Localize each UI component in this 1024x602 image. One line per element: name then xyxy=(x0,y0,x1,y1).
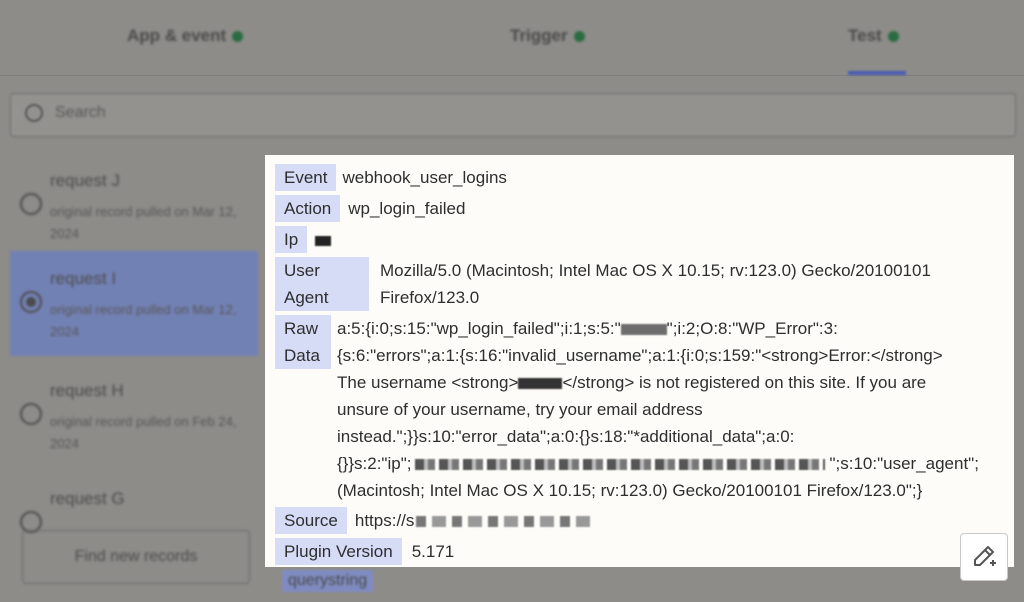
field-label-line: User xyxy=(284,261,320,280)
tab-app-event-label: App & event xyxy=(127,26,227,45)
tab-app-event[interactable]: App & event xyxy=(127,26,244,46)
request-title: request G xyxy=(50,489,125,508)
field-value-line: ";s:10:"user_agent"; xyxy=(829,454,979,473)
field-ip: Ip xyxy=(275,226,332,253)
field-source: Source https://s xyxy=(275,507,597,534)
edit-button[interactable] xyxy=(960,533,1008,581)
request-subtitle: original record pulled on Feb 24, 2024 xyxy=(50,414,237,451)
redacted-text xyxy=(416,516,597,528)
radio-button[interactable] xyxy=(20,193,42,215)
radio-button[interactable] xyxy=(20,291,42,313)
field-value-line: The username <strong> xyxy=(337,373,519,392)
tab-test-label: Test xyxy=(848,26,882,45)
status-dot-icon xyxy=(887,30,899,42)
tab-trigger-label: Trigger xyxy=(510,26,568,45)
field-value-line: {s:6:"errors";a:1:{s:16:"invalid_usernam… xyxy=(337,346,943,365)
field-label-line: Agent xyxy=(284,288,329,307)
search-icon xyxy=(25,104,43,122)
field-label: Action xyxy=(275,195,341,222)
search-placeholder: Search xyxy=(55,104,106,121)
status-dot-icon xyxy=(573,30,585,42)
field-value-redacted xyxy=(315,226,332,253)
field-label: Event xyxy=(275,164,337,191)
request-subtitle: original record pulled on Mar 12, 2024 xyxy=(50,204,237,241)
field-value: 5.171 xyxy=(411,542,455,561)
field-value-line: ";i:2;O:8:"WP_Error":3: xyxy=(666,319,838,338)
field-label-line: Data xyxy=(284,346,320,365)
request-title: request I xyxy=(50,269,117,288)
field-action: Action wp_login_failed xyxy=(275,195,465,222)
list-item-request-j[interactable]: request J original record pulled on Mar … xyxy=(10,153,258,258)
field-value-line: a:5:{i:0;s:15:"wp_login_failed";i:1;s:5:… xyxy=(337,319,621,338)
radio-button[interactable] xyxy=(20,403,42,425)
field-value-line: https://s xyxy=(354,511,415,530)
pencil-edit-icon xyxy=(974,546,996,566)
find-new-records-button[interactable]: Find new records xyxy=(22,530,250,584)
field-event: Event webhook_user_logins xyxy=(275,164,507,191)
request-title: request J xyxy=(50,171,120,190)
field-value-line: instead.";}}s:10:"error_data";a:0:{}s:18… xyxy=(337,427,795,446)
field-value-line: unsure of your username, try your email … xyxy=(337,400,703,419)
redacted-text xyxy=(518,378,563,390)
redacted-text xyxy=(620,324,667,336)
request-title: request H xyxy=(50,381,124,400)
field-value-line: {}}s:2:"ip"; xyxy=(337,454,412,473)
field-value-line: (Macintosh; Intel Mac OS X 10.15; rv:123… xyxy=(337,481,923,500)
field-label: User Agent xyxy=(275,257,369,311)
list-item-request-g[interactable]: request G xyxy=(10,471,258,533)
field-value-line: Mozilla/5.0 (Macintosh; Intel Mac OS X 1… xyxy=(380,261,931,280)
active-tab-indicator xyxy=(848,71,906,75)
field-label-line: Raw xyxy=(284,319,319,338)
field-raw-data: Raw Data a:5:{i:0;s:15:"wp_login_failed"… xyxy=(275,315,979,504)
field-label: Source xyxy=(275,507,347,534)
field-value: Mozilla/5.0 (Macintosh; Intel Mac OS X 1… xyxy=(380,257,931,311)
field-value-line: Firefox/123.0 xyxy=(380,288,480,307)
tab-test[interactable]: Test xyxy=(848,26,899,46)
field-label: Raw Data xyxy=(275,315,331,369)
list-item-request-i[interactable]: request I original record pulled on Mar … xyxy=(10,251,258,356)
record-detail-panel: Event webhook_user_logins Action wp_logi… xyxy=(265,155,1014,567)
field-value: wp_login_failed xyxy=(348,199,466,218)
field-label: Ip xyxy=(275,226,308,253)
field-tag-behind: querystring xyxy=(282,570,374,592)
field-value: a:5:{i:0;s:15:"wp_login_failed";i:1;s:5:… xyxy=(337,315,979,504)
tab-trigger[interactable]: Trigger xyxy=(510,26,585,46)
field-plugin-version: Plugin Version 5.171 xyxy=(275,538,454,565)
field-label: Plugin Version xyxy=(275,538,402,565)
field-value: webhook_user_logins xyxy=(342,168,507,187)
status-dot-icon xyxy=(232,30,244,42)
field-value: https://s xyxy=(355,507,597,534)
field-user-agent: User Agent Mozilla/5.0 (Macintosh; Intel… xyxy=(275,257,931,311)
tab-bar: App & event Trigger Test xyxy=(0,0,1024,76)
request-subtitle: original record pulled on Mar 12, 2024 xyxy=(50,302,237,339)
redacted-text xyxy=(415,459,826,471)
search-input[interactable] xyxy=(10,93,1016,137)
list-item-request-h[interactable]: request H original record pulled on Feb … xyxy=(10,363,258,468)
field-value-line: </strong> is not registered on this site… xyxy=(562,373,927,392)
